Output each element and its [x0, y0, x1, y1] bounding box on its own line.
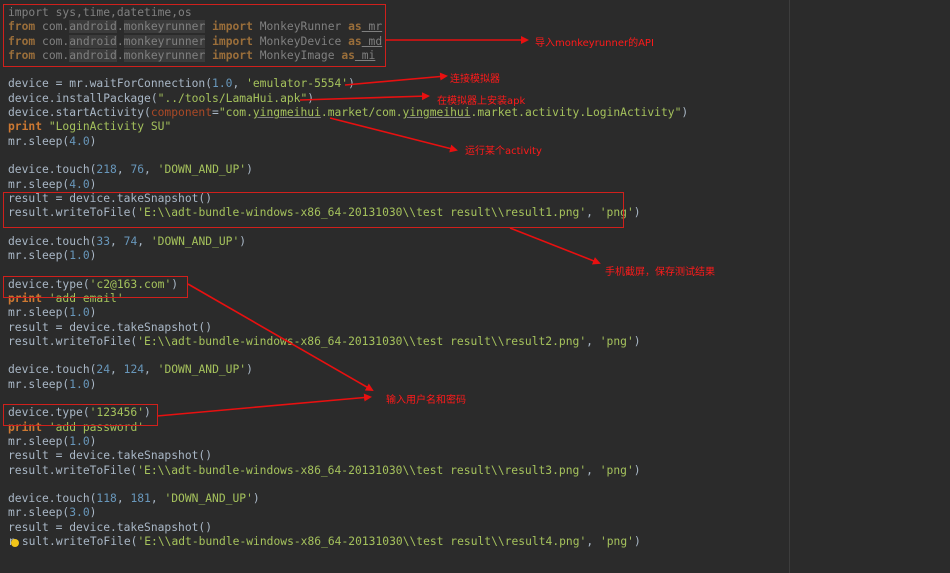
arrow-install-apk	[299, 92, 430, 101]
arrow-screenshot	[509, 227, 601, 265]
note-screenshot-save: 手机截屏，保存测试结果	[605, 267, 715, 278]
code-editor[interactable]: import sys,time,datetime,os from com.and…	[0, 0, 950, 573]
arrow-connect-emulator	[344, 72, 448, 86]
note-connect-emulator: 连接模拟器	[450, 74, 500, 85]
note-enter-credentials: 输入用户名和密码	[386, 395, 466, 406]
note-run-activity: 运行某个activity	[465, 146, 542, 157]
arrow-email	[187, 283, 374, 391]
note-import-api: 导入monkeyrunner的API	[535, 38, 654, 49]
annotation-arrows	[156, 36, 601, 417]
arrow-run-activity	[329, 117, 458, 153]
note-install-apk: 在模拟器上安装apk	[437, 96, 526, 107]
arrow-password	[156, 393, 372, 417]
